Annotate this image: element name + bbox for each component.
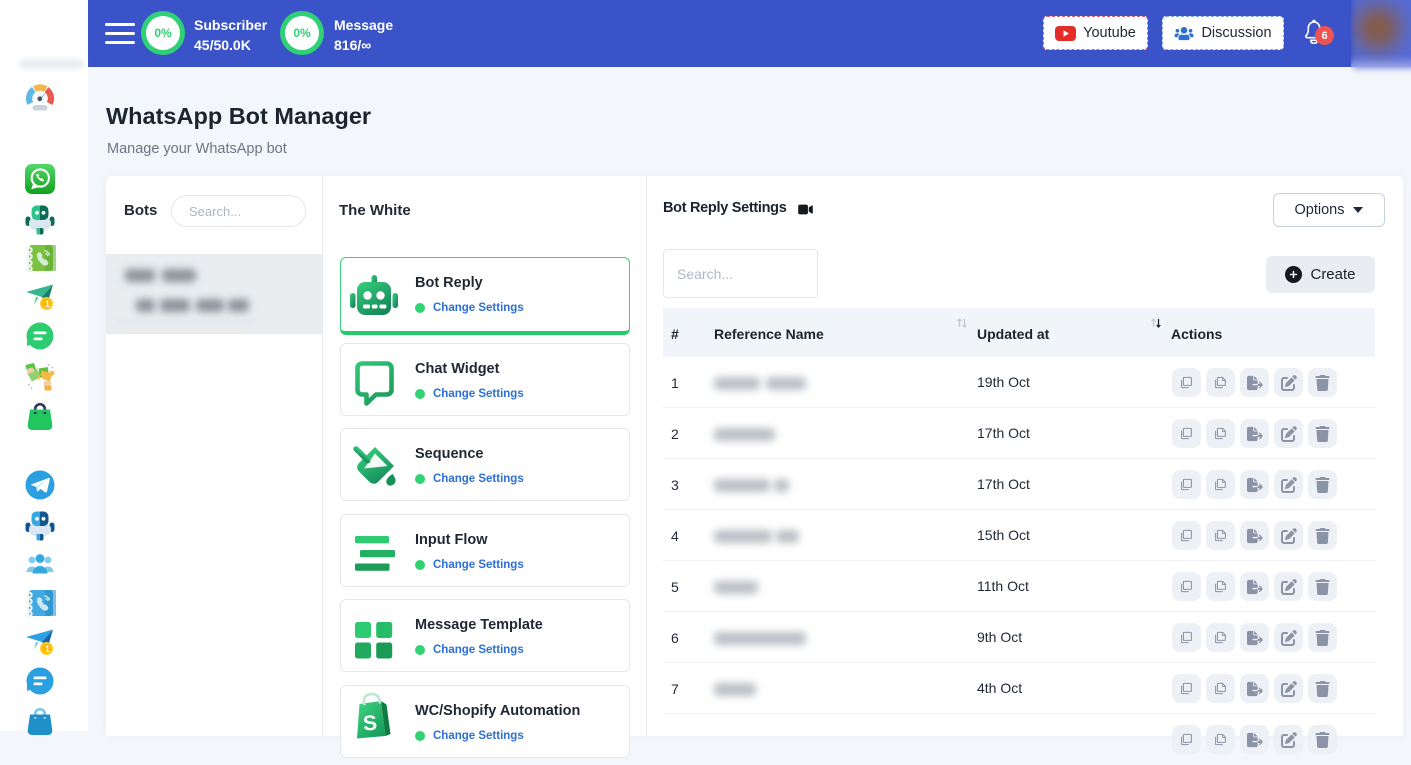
svg-text:1: 1: [45, 644, 51, 655]
svg-text:1: 1: [45, 299, 51, 310]
svg-text:S: S: [362, 711, 378, 735]
